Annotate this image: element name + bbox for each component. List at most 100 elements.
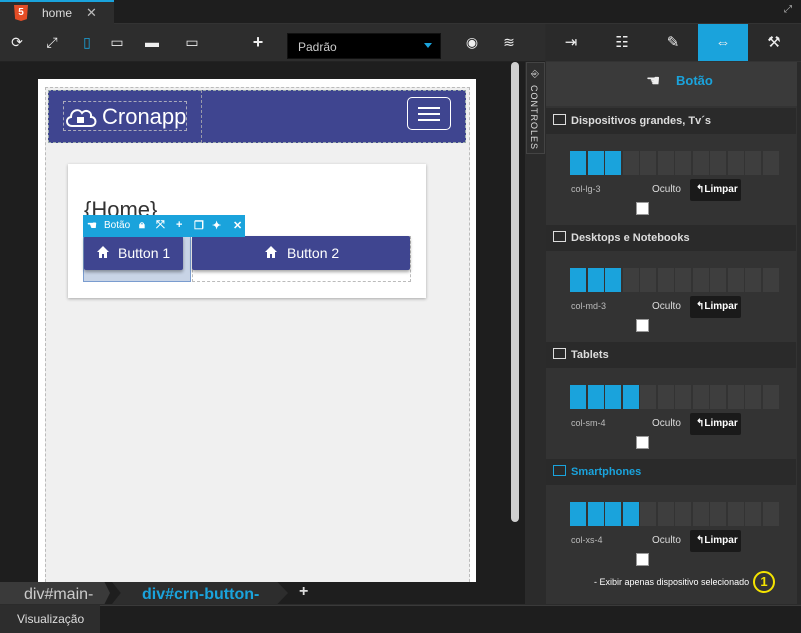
- hidden-checkbox[interactable]: [636, 436, 649, 449]
- tab-visualizacao[interactable]: Visualização: [0, 605, 100, 633]
- desktop-icon[interactable]: ▬: [143, 33, 161, 51]
- device-select[interactable]: Padrão: [287, 33, 441, 59]
- close-icon[interactable]: ✕: [86, 5, 97, 21]
- grid-cell[interactable]: [692, 268, 709, 292]
- column-grid[interactable]: [570, 268, 780, 292]
- grid-cell[interactable]: [640, 268, 656, 292]
- grid-cell[interactable]: [640, 385, 656, 409]
- grid-cell[interactable]: [675, 502, 691, 526]
- breadcrumb-item[interactable]: div#main-view: [0, 582, 110, 604]
- grid-cell[interactable]: [762, 502, 779, 526]
- refresh-icon[interactable]: ⟳: [8, 33, 26, 51]
- grid-cell[interactable]: [727, 268, 744, 292]
- grid-cell[interactable]: [675, 151, 691, 175]
- pencil-icon[interactable]: ✎: [648, 24, 698, 61]
- grid-cell[interactable]: [657, 385, 674, 409]
- grid-cell[interactable]: [727, 502, 744, 526]
- grid-cell[interactable]: [692, 151, 709, 175]
- grid-cell[interactable]: [657, 502, 674, 526]
- grid-cell[interactable]: [622, 268, 639, 292]
- grid-cell[interactable]: [587, 502, 604, 526]
- grid-cell[interactable]: [745, 502, 761, 526]
- menu-toggle-button[interactable]: [407, 97, 451, 130]
- grid-cell[interactable]: [710, 151, 726, 175]
- section-header[interactable]: Desktops e Notebooks: [546, 225, 796, 251]
- grid-cell[interactable]: [622, 502, 639, 526]
- grid-cell[interactable]: [762, 151, 779, 175]
- grid-cell[interactable]: [710, 268, 726, 292]
- grid-cell[interactable]: [622, 151, 639, 175]
- smartphone-icon[interactable]: ▯: [78, 33, 96, 51]
- grid-cell[interactable]: [570, 268, 586, 292]
- grid-cell[interactable]: [727, 385, 744, 409]
- grid-cell[interactable]: [745, 385, 761, 409]
- grid-cell[interactable]: [605, 502, 621, 526]
- grid-cell[interactable]: [762, 385, 779, 409]
- close-icon[interactable]: ✕: [233, 219, 242, 232]
- monitor-icon[interactable]: ▭: [183, 33, 201, 51]
- grid-cell[interactable]: [605, 385, 621, 409]
- maximize-icon[interactable]: ⤢: [784, 4, 792, 15]
- grid-cell[interactable]: [710, 502, 726, 526]
- grid-cell[interactable]: [710, 385, 726, 409]
- panel-scrollbar[interactable]: [797, 62, 801, 604]
- pointer-icon: ☚: [87, 220, 97, 232]
- database-icon[interactable]: ≋: [500, 33, 518, 51]
- grid-cell[interactable]: [640, 502, 656, 526]
- brush-icon[interactable]: ⚒: [749, 24, 799, 61]
- grid-cell[interactable]: [587, 151, 604, 175]
- fullscreen-icon[interactable]: ⤢: [43, 33, 61, 51]
- add-icon[interactable]: +: [176, 219, 182, 231]
- magic-wand-icon[interactable]: ✦: [212, 219, 221, 232]
- tab-home[interactable]: 5 home ✕: [0, 0, 114, 24]
- button-1[interactable]: Button 1: [84, 236, 183, 270]
- section-header[interactable]: Smartphones: [546, 459, 796, 485]
- grid-cell[interactable]: [605, 268, 621, 292]
- section-header[interactable]: Tablets: [546, 342, 796, 368]
- canvas-scrollbar[interactable]: [511, 62, 519, 522]
- hidden-checkbox[interactable]: [636, 553, 649, 566]
- grid-cell[interactable]: [640, 151, 656, 175]
- grid-cell[interactable]: [622, 385, 639, 409]
- grid-cell[interactable]: [587, 385, 604, 409]
- grid-cell[interactable]: [675, 385, 691, 409]
- grid-cell[interactable]: [570, 502, 586, 526]
- grid-cell[interactable]: [657, 268, 674, 292]
- grid-cell[interactable]: [605, 151, 621, 175]
- responsive-icon[interactable]: ⇔: [698, 24, 748, 61]
- add-icon[interactable]: +: [249, 33, 267, 51]
- grid-cell[interactable]: [657, 151, 674, 175]
- grid-cell[interactable]: [692, 502, 709, 526]
- clear-button[interactable]: ↰Limpar: [690, 530, 741, 552]
- clear-button[interactable]: ↰Limpar: [690, 296, 741, 318]
- tablet-icon[interactable]: ▭: [108, 33, 126, 51]
- column-grid[interactable]: [570, 151, 780, 175]
- breadcrumb-item-active[interactable]: div#crn-button-561413: [112, 582, 288, 604]
- grid-cell[interactable]: [762, 268, 779, 292]
- clear-button[interactable]: ↰Limpar: [690, 413, 741, 435]
- clear-button[interactable]: ↰Limpar: [690, 179, 741, 201]
- column-grid[interactable]: [570, 385, 780, 409]
- grid-cell[interactable]: [587, 268, 604, 292]
- hidden-checkbox[interactable]: [636, 202, 649, 215]
- grid-cell[interactable]: [745, 151, 761, 175]
- hidden-checkbox[interactable]: [636, 319, 649, 332]
- move-icon[interactable]: ⤧: [156, 219, 165, 232]
- tree-icon[interactable]: ☷: [597, 24, 647, 61]
- grid-cell[interactable]: [692, 385, 709, 409]
- section-header[interactable]: Dispositivos grandes, Tv´s: [546, 108, 796, 134]
- button-2[interactable]: Button 2: [192, 236, 410, 270]
- grid-cell[interactable]: [745, 268, 761, 292]
- column-grid[interactable]: [570, 502, 780, 526]
- import-icon[interactable]: ⇥: [546, 24, 596, 61]
- controls-side-tab[interactable]: ⎆ CONTROLES: [526, 62, 545, 154]
- hide-icon[interactable]: ◉: [463, 33, 481, 51]
- breadcrumb-add-button[interactable]: +: [299, 583, 308, 601]
- copy-icon[interactable]: ❐: [194, 219, 204, 232]
- lock-icon[interactable]: 🔒︎: [139, 219, 145, 232]
- grid-cell[interactable]: [570, 151, 586, 175]
- grid-cell[interactable]: [570, 385, 586, 409]
- main-view[interactable]: [45, 87, 470, 587]
- grid-cell[interactable]: [675, 268, 691, 292]
- grid-cell[interactable]: [727, 151, 744, 175]
